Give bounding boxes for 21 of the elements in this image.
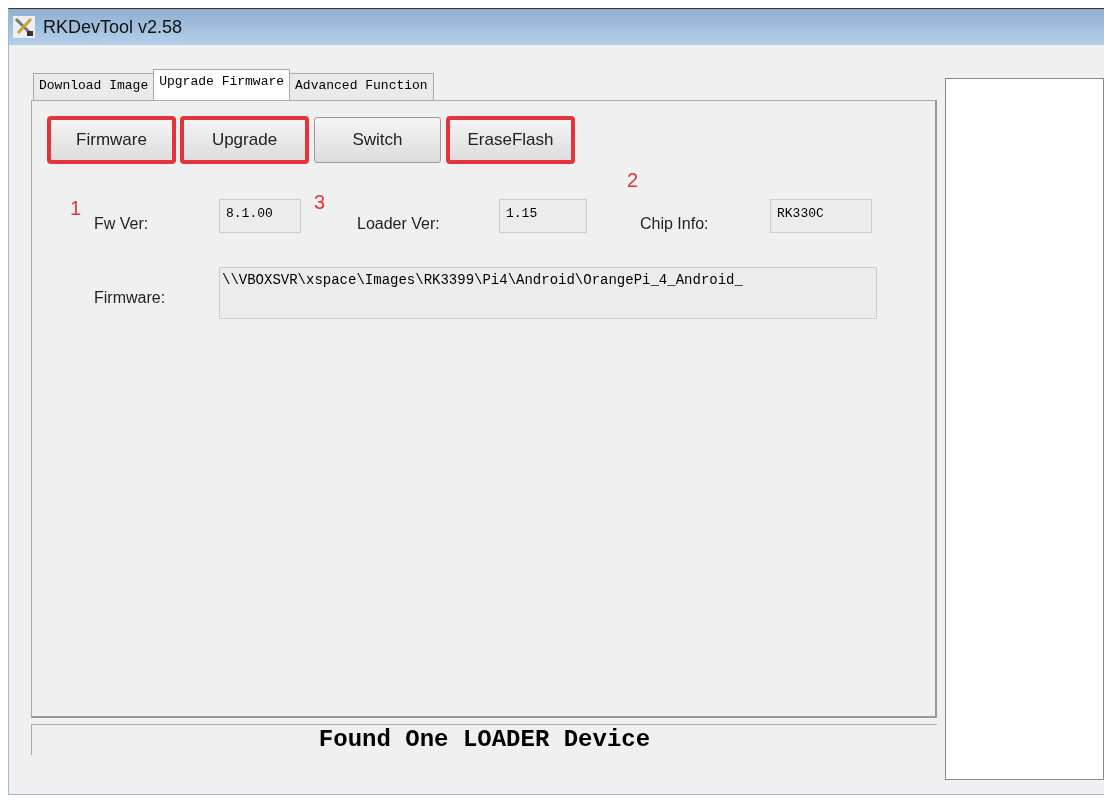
annotation-number: 3 (314, 191, 326, 214)
status-bar: Found One LOADER Device (31, 724, 937, 755)
firmware-button[interactable]: Firmware (48, 117, 175, 163)
switch-button[interactable]: Switch (314, 117, 441, 163)
field-label: Chip Info: (640, 215, 709, 233)
info-field: 1.15 (499, 199, 587, 233)
window-title: RKDevTool v2.58 (43, 16, 183, 38)
annotation-number: 2 (627, 169, 639, 192)
tab[interactable]: Upgrade Firmware (153, 69, 291, 100)
field-label: Loader Ver: (357, 215, 440, 233)
info-field: RK330C (770, 199, 872, 233)
tools-icon (13, 16, 35, 38)
tab[interactable]: Advanced Function (289, 73, 434, 100)
field-label: Firmware: (94, 289, 166, 307)
info-field: 8.1.00 (219, 199, 301, 233)
annotation-number: 1 (70, 197, 82, 220)
upgrade-button[interactable]: Upgrade (181, 117, 308, 163)
field-label: Fw Ver: (94, 215, 149, 233)
tab[interactable]: Download Image (33, 73, 155, 100)
firmware-path-field: \\VBOXSVR\xspace\Images\RK3399\Pi4\Android\OrangePi_4_Android_ (219, 267, 877, 319)
erase-flash-button[interactable]: EraseFlash (447, 117, 574, 163)
